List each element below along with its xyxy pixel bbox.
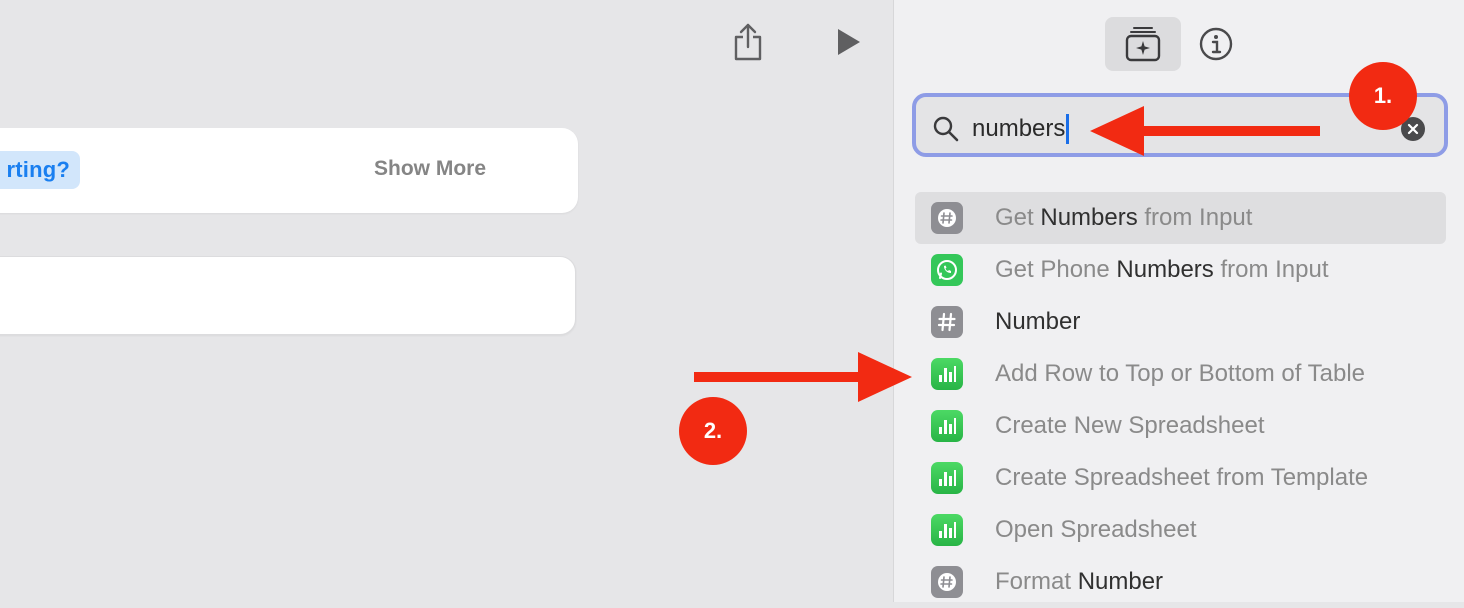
search-input[interactable]: numbers: [972, 114, 1070, 144]
search-result-item[interactable]: Open Spreadsheet: [915, 504, 1446, 556]
search-result-item[interactable]: Create New Spreadsheet: [915, 400, 1446, 452]
action-card-empty[interactable]: [0, 256, 576, 335]
tab-info[interactable]: [1196, 24, 1236, 64]
search-result-item[interactable]: Number: [915, 296, 1446, 348]
result-text: Open Spreadsheet: [995, 516, 1197, 543]
number-gray-icon: [931, 202, 963, 234]
action-card[interactable]: [0, 128, 578, 213]
info-icon: [1199, 27, 1233, 61]
number-gray-icon: [931, 566, 963, 598]
clear-icon: [1407, 123, 1419, 135]
phone-green-icon: [931, 254, 963, 286]
search-input-value: numbers: [972, 115, 1066, 142]
numbers-app-icon: [931, 462, 963, 494]
search-result-label: Create New Spreadsheet: [995, 412, 1264, 440]
result-match-text: Number: [995, 308, 1081, 335]
share-button[interactable]: [728, 22, 768, 62]
result-text: Create Spreadsheet from Template: [995, 464, 1369, 491]
action-library-icon: [1125, 27, 1161, 62]
search-result-item[interactable]: Add Row to Top or Bottom of Table: [915, 348, 1446, 400]
run-button[interactable]: [828, 22, 868, 62]
annotation-arrow-1: [1090, 106, 1320, 156]
result-match-text: Numbers: [1116, 256, 1214, 283]
search-result-label: Format Number: [995, 568, 1163, 596]
result-text: from Input: [1137, 204, 1253, 231]
search-icon: [933, 116, 959, 142]
result-text: from Input: [1213, 256, 1329, 283]
search-result-label: Create Spreadsheet from Template: [995, 464, 1368, 492]
numbers-app-icon: [931, 514, 963, 546]
search-result-label: Open Spreadsheet: [995, 516, 1196, 544]
play-icon: [838, 29, 860, 55]
annotation-badge-2: 2.: [679, 397, 747, 465]
search-result-item[interactable]: Format Number: [915, 556, 1446, 608]
tab-action-library[interactable]: [1105, 17, 1181, 71]
result-match-text: Number: [1077, 568, 1164, 595]
numbers-app-icon: [931, 410, 963, 442]
result-text: Format: [995, 568, 1078, 595]
share-icon: [734, 23, 762, 61]
search-result-label: Get Numbers from Input: [995, 204, 1252, 232]
suggestion-chip[interactable]: rting?: [0, 151, 80, 189]
search-result-item[interactable]: Create Spreadsheet from Template: [915, 452, 1446, 504]
search-result-item[interactable]: Get Numbers from Input: [915, 192, 1446, 244]
result-text: Add Row to Top or Bottom of Table: [995, 360, 1365, 387]
annotation-arrow-2: [694, 352, 912, 402]
result-match-text: Numbers: [1040, 204, 1138, 231]
search-result-label: Add Row to Top or Bottom of Table: [995, 360, 1365, 388]
suggestion-chip-label: rting?: [6, 157, 70, 182]
shortcut-editor: rting? Show More: [0, 0, 893, 602]
result-text: Create New Spreadsheet: [995, 412, 1265, 439]
show-more-button[interactable]: Show More: [374, 157, 486, 181]
text-caret: [1066, 114, 1070, 144]
annotation-badge-1: 1.: [1349, 62, 1417, 130]
search-result-label: Number: [995, 308, 1080, 336]
numbers-app-icon: [931, 358, 963, 390]
search-result-label: Get Phone Numbers from Input: [995, 256, 1329, 284]
hash-icon: [931, 306, 963, 338]
search-result-item[interactable]: Get Phone Numbers from Input: [915, 244, 1446, 296]
result-text: Get: [995, 204, 1041, 231]
result-text: Get Phone: [995, 256, 1117, 283]
search-results-list: Get Numbers from Input Get Phone Numbers …: [915, 192, 1446, 608]
